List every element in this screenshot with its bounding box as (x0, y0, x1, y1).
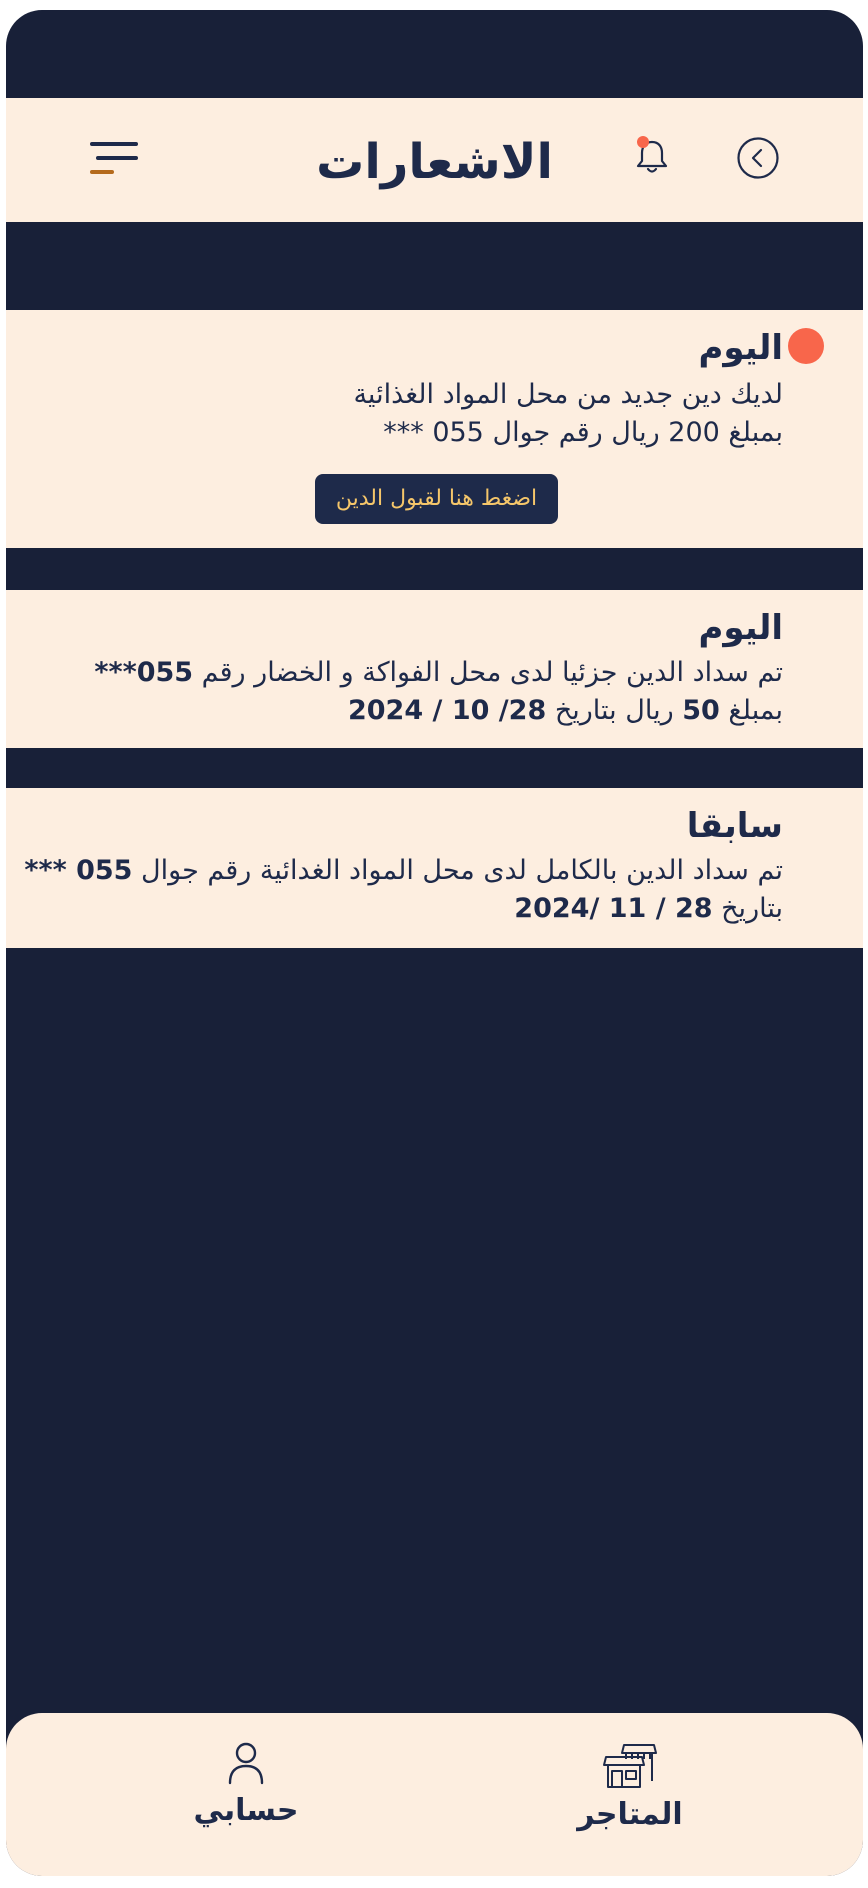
phone-number: 055*** (94, 657, 194, 688)
notification-text: بتاريخ (712, 893, 783, 924)
notification-text-line: بمبلغ 50 ريال بتاريخ 28/ 10 / 2024 (348, 692, 783, 730)
notification-bell-icon[interactable] (634, 136, 670, 176)
notification-card[interactable]: سابقا تم سداد الدين بالكامل لدى محل المو… (6, 788, 863, 948)
notification-text: ريال بتاريخ (546, 695, 683, 726)
notification-date-heading: سابقا (686, 806, 783, 846)
nav-item-account[interactable]: حسابي (156, 1741, 336, 1828)
notification-text-line: تم سداد الدين بالكامل لدى محل المواد الغ… (24, 852, 783, 890)
chevron-left-circle-icon[interactable] (736, 136, 780, 180)
user-icon (228, 1742, 264, 1785)
notification-text-line: بمبلغ 200 ريال رقم جوال 055 *** (383, 417, 783, 448)
notification-text: تم سداد الدين جزئيا لدى محل الفواكة و ال… (193, 657, 783, 688)
nav-label: حسابي (193, 1793, 299, 1828)
bottom-navigation: حسابي المتاجر (6, 1713, 863, 1876)
notification-date-heading: اليوم (698, 328, 783, 368)
unread-indicator (788, 328, 824, 364)
notification-date-heading: اليوم (698, 608, 783, 648)
app-header: الاشعارات (6, 98, 863, 222)
date: 28 / 11 /2024 (514, 893, 713, 924)
store-icon (603, 1744, 657, 1788)
app-screen: الاشعارات اليوم لديك دين جديد من محل الم… (6, 10, 863, 1876)
notification-text-line: لديك دين جديد من محل المواد الغذائية (353, 379, 783, 410)
notification-text: تم سداد الدين بالكامل لدى محل المواد الغ… (132, 855, 783, 886)
accept-debt-button[interactable]: اضغط هنا لقبول الدين (315, 474, 558, 524)
notification-card[interactable]: اليوم لديك دين جديد من محل المواد الغذائ… (6, 310, 863, 548)
page-title: الاشعارات (316, 134, 553, 190)
nav-item-stores[interactable]: المتاجر (540, 1741, 720, 1832)
notification-card[interactable]: اليوم تم سداد الدين جزئيا لدى محل الفواك… (6, 590, 863, 748)
notification-text-line: تم سداد الدين جزئيا لدى محل الفواكة و ال… (94, 654, 783, 692)
amount: 50 (682, 695, 720, 726)
date: 28/ 10 / 2024 (347, 695, 547, 726)
notification-text: بمبلغ (719, 695, 783, 726)
phone-number: 055 *** (24, 855, 133, 886)
nav-label: المتاجر (577, 1797, 683, 1832)
notification-text-line: بتاريخ 28 / 11 /2024 (514, 890, 783, 928)
